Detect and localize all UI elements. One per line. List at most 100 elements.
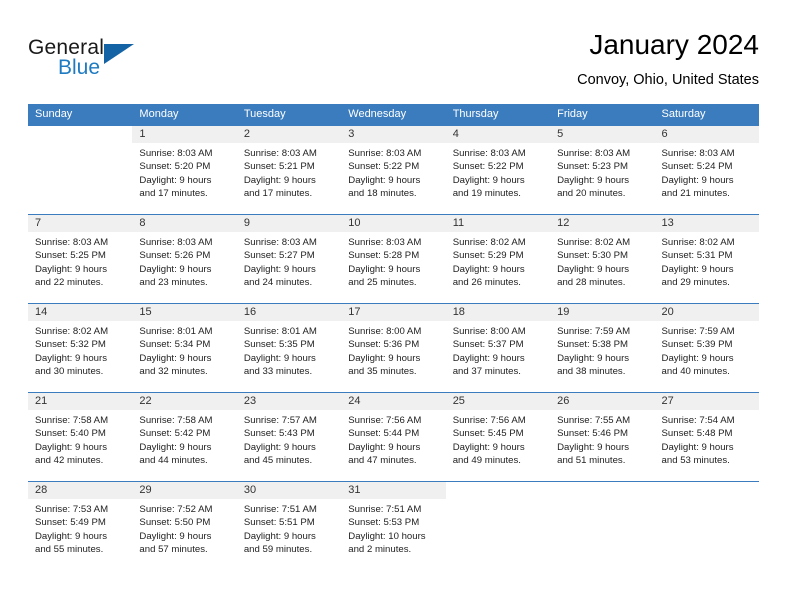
day-cell[interactable]: 12 Sunrise: 8:02 AM Sunset: 5:30 PM Dayl… — [550, 215, 655, 303]
weekday-header-thursday: Thursday — [452, 108, 499, 120]
daylight-text-line1: Daylight: 9 hours — [243, 263, 316, 275]
day-number: 3 — [341, 126, 446, 143]
day-cell[interactable]: 24 Sunrise: 7:56 AM Sunset: 5:44 PM Dayl… — [341, 393, 446, 481]
day-cell[interactable]: 23 Sunrise: 7:57 AM Sunset: 5:43 PM Dayl… — [236, 393, 342, 481]
sunrise-text: Sunrise: 8:03 AM — [35, 237, 109, 248]
day-cell[interactable] — [654, 482, 759, 570]
day-cell[interactable]: 8 Sunrise: 8:03 AM Sunset: 5:26 PM Dayli… — [132, 215, 237, 303]
day-cell[interactable]: 7 Sunrise: 8:03 AM Sunset: 5:25 PM Dayli… — [28, 215, 133, 303]
daylight-text-line1: Daylight: 9 hours — [557, 263, 630, 275]
daylight-text-line2: and 53 minutes. — [661, 455, 730, 467]
day-details: Sunrise: 7:52 AM Sunset: 5:50 PM Dayligh… — [132, 499, 236, 557]
sunset-text: Sunset: 5:43 PM — [243, 428, 315, 440]
day-cell[interactable]: 21 Sunrise: 7:58 AM Sunset: 5:40 PM Dayl… — [28, 393, 133, 481]
logo-text-blue: Blue — [58, 56, 101, 79]
sunset-text: Sunset: 5:38 PM — [557, 339, 629, 351]
day-number: 10 — [341, 215, 446, 232]
sunrise-text: Sunrise: 8:00 AM — [348, 326, 422, 337]
day-details: Sunrise: 7:55 AM Sunset: 5:46 PM Dayligh… — [550, 410, 654, 468]
sunrise-text: Sunrise: 7:55 AM — [557, 415, 631, 426]
day-cell[interactable]: 2 Sunrise: 8:03 AM Sunset: 5:21 PM Dayli… — [236, 126, 342, 214]
day-details: Sunrise: 8:03 AM Sunset: 5:28 PM Dayligh… — [341, 232, 445, 290]
day-cell[interactable]: 15 Sunrise: 8:01 AM Sunset: 5:34 PM Dayl… — [132, 304, 237, 392]
sunset-text: Sunset: 5:35 PM — [243, 339, 315, 351]
day-cell[interactable]: 19 Sunrise: 7:59 AM Sunset: 5:38 PM Dayl… — [550, 304, 655, 392]
day-cell[interactable]: 18 Sunrise: 8:00 AM Sunset: 5:37 PM Dayl… — [445, 304, 551, 392]
day-number: 29 — [132, 482, 237, 499]
day-cell[interactable]: 26 Sunrise: 7:55 AM Sunset: 5:46 PM Dayl… — [550, 393, 655, 481]
day-cell[interactable]: 25 Sunrise: 7:56 AM Sunset: 5:45 PM Dayl… — [445, 393, 551, 481]
day-cell[interactable]: 28 Sunrise: 7:53 AM Sunset: 5:49 PM Dayl… — [28, 482, 133, 570]
day-cell[interactable]: 30 Sunrise: 7:51 AM Sunset: 5:51 PM Dayl… — [236, 482, 342, 570]
daylight-text-line1: Daylight: 9 hours — [243, 352, 316, 364]
daylight-text-line1: Daylight: 9 hours — [243, 174, 316, 186]
day-cell[interactable]: 11 Sunrise: 8:02 AM Sunset: 5:29 PM Dayl… — [445, 215, 551, 303]
weekday-header-wednesday: Wednesday — [348, 108, 407, 120]
daylight-text-line2: and 40 minutes. — [661, 366, 730, 378]
daylight-text-line2: and 25 minutes. — [348, 277, 417, 289]
sunrise-text: Sunrise: 8:03 AM — [557, 148, 631, 159]
sunset-text: Sunset: 5:36 PM — [348, 339, 420, 351]
day-number: 9 — [236, 215, 342, 232]
day-number: 31 — [341, 482, 446, 499]
day-cell[interactable]: 10 Sunrise: 8:03 AM Sunset: 5:28 PM Dayl… — [341, 215, 446, 303]
sunrise-text: Sunrise: 7:52 AM — [139, 504, 213, 515]
sunrise-text: Sunrise: 8:03 AM — [139, 148, 213, 159]
weekday-header-friday: Friday — [557, 108, 588, 120]
day-cell[interactable]: 5 Sunrise: 8:03 AM Sunset: 5:23 PM Dayli… — [550, 126, 655, 214]
sunset-text: Sunset: 5:20 PM — [139, 161, 211, 173]
page-subtitle: Convoy, Ohio, United States — [577, 72, 759, 88]
day-number: 28 — [28, 482, 133, 499]
day-cell[interactable]: 29 Sunrise: 7:52 AM Sunset: 5:50 PM Dayl… — [132, 482, 237, 570]
day-details: Sunrise: 8:03 AM Sunset: 5:26 PM Dayligh… — [132, 232, 236, 290]
daylight-text-line2: and 28 minutes. — [557, 277, 626, 289]
sunset-text: Sunset: 5:45 PM — [452, 428, 524, 440]
day-details: Sunrise: 8:02 AM Sunset: 5:30 PM Dayligh… — [550, 232, 654, 290]
sunrise-text: Sunrise: 8:03 AM — [661, 148, 735, 159]
daylight-text-line1: Daylight: 10 hours — [348, 530, 426, 542]
day-cell[interactable]: 17 Sunrise: 8:00 AM Sunset: 5:36 PM Dayl… — [341, 304, 446, 392]
day-cell[interactable]: 4 Sunrise: 8:03 AM Sunset: 5:22 PM Dayli… — [445, 126, 551, 214]
daylight-text-line2: and 20 minutes. — [557, 188, 626, 200]
daylight-text-line2: and 47 minutes. — [348, 455, 417, 467]
general-blue-logo[interactable]: General Blue — [28, 36, 208, 92]
day-number: 6 — [654, 126, 759, 143]
sunrise-text: Sunrise: 8:02 AM — [35, 326, 109, 337]
daylight-text-line2: and 30 minutes. — [35, 366, 104, 378]
day-cell[interactable]: 27 Sunrise: 7:54 AM Sunset: 5:48 PM Dayl… — [654, 393, 759, 481]
sunrise-text: Sunrise: 7:59 AM — [661, 326, 735, 337]
daylight-text-line1: Daylight: 9 hours — [661, 174, 734, 186]
daylight-text-line2: and 59 minutes. — [243, 544, 313, 556]
sunset-text: Sunset: 5:40 PM — [35, 428, 106, 440]
day-details: Sunrise: 8:03 AM Sunset: 5:20 PM Dayligh… — [132, 143, 236, 201]
sunrise-text: Sunrise: 7:56 AM — [348, 415, 422, 426]
daylight-text-line2: and 44 minutes. — [139, 455, 208, 467]
day-cell[interactable]: 31 Sunrise: 7:51 AM Sunset: 5:53 PM Dayl… — [341, 482, 446, 570]
day-cell[interactable]: 3 Sunrise: 8:03 AM Sunset: 5:22 PM Dayli… — [341, 126, 446, 214]
day-cell[interactable] — [550, 482, 655, 570]
sunset-text: Sunset: 5:39 PM — [661, 339, 733, 351]
day-details: Sunrise: 8:03 AM Sunset: 5:27 PM Dayligh… — [237, 232, 341, 290]
day-cell[interactable]: 13 Sunrise: 8:02 AM Sunset: 5:31 PM Dayl… — [654, 215, 759, 303]
day-cell[interactable]: 22 Sunrise: 7:58 AM Sunset: 5:42 PM Dayl… — [132, 393, 237, 481]
sunset-text: Sunset: 5:44 PM — [348, 428, 420, 440]
daylight-text-line2: and 33 minutes. — [243, 366, 313, 378]
day-number: 11 — [445, 215, 551, 232]
day-cell[interactable]: 16 Sunrise: 8:01 AM Sunset: 5:35 PM Dayl… — [236, 304, 342, 392]
day-cell[interactable]: 9 Sunrise: 8:03 AM Sunset: 5:27 PM Dayli… — [236, 215, 342, 303]
day-cell[interactable] — [28, 126, 133, 214]
day-details: Sunrise: 8:03 AM Sunset: 5:22 PM Dayligh… — [341, 143, 445, 201]
triangle-icon — [104, 44, 134, 64]
day-cell[interactable]: 20 Sunrise: 7:59 AM Sunset: 5:39 PM Dayl… — [654, 304, 759, 392]
daylight-text-line2: and 42 minutes. — [35, 455, 104, 467]
day-details — [655, 499, 759, 503]
daylight-text-line2: and 24 minutes. — [243, 277, 313, 289]
day-cell[interactable]: 14 Sunrise: 8:02 AM Sunset: 5:32 PM Dayl… — [28, 304, 133, 392]
day-cell[interactable]: 6 Sunrise: 8:03 AM Sunset: 5:24 PM Dayli… — [654, 126, 759, 214]
sunrise-text: Sunrise: 8:01 AM — [139, 326, 213, 337]
day-cell[interactable]: 1 Sunrise: 8:03 AM Sunset: 5:20 PM Dayli… — [132, 126, 237, 214]
day-cell[interactable] — [445, 482, 551, 570]
daylight-text-line2: and 19 minutes. — [452, 188, 521, 200]
daylight-text-line2: and 57 minutes. — [139, 544, 208, 556]
day-number: 4 — [445, 126, 551, 143]
